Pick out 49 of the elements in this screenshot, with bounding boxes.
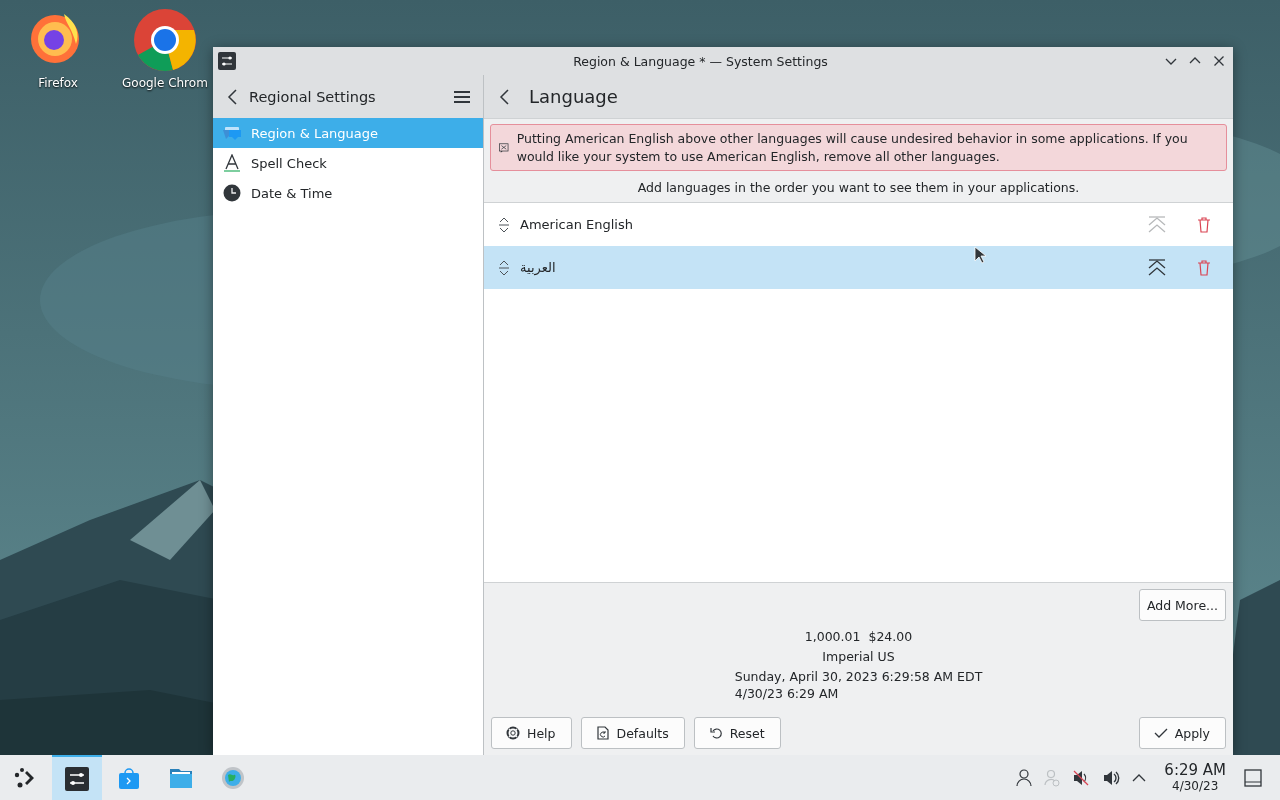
window-title: Region & Language * — System Settings xyxy=(572,53,829,69)
clock[interactable]: 6:29 AM 4/30/23 xyxy=(1164,762,1226,793)
drag-handle-icon[interactable] xyxy=(498,259,510,276)
language-name: العربية xyxy=(520,260,557,275)
circle-logo-icon[interactable] xyxy=(132,8,197,72)
menu-icon[interactable] xyxy=(453,89,471,104)
number-sample: 1,000.01 xyxy=(804,629,861,644)
launcher-icon[interactable] xyxy=(13,765,37,790)
chevron-up-icon[interactable] xyxy=(1132,772,1147,783)
move-to-top-icon[interactable] xyxy=(1147,258,1167,277)
undo-icon xyxy=(708,726,723,740)
add-more-button[interactable]: Add More... xyxy=(1138,589,1226,621)
mouse-pointer-icon xyxy=(974,246,986,264)
apply-button[interactable]: Apply xyxy=(1138,717,1226,749)
clock-icon xyxy=(223,184,241,202)
short-time-sample: 4/30/23 6:29 AM xyxy=(734,686,839,701)
dialog-button[interactable]: Defaults xyxy=(580,717,685,749)
back-icon[interactable] xyxy=(499,87,511,106)
sliders-icon[interactable] xyxy=(65,766,89,791)
shopping-bag-icon[interactable] xyxy=(117,765,141,790)
dialog-button[interactable]: Help xyxy=(491,717,572,749)
page-title: Language xyxy=(529,86,618,107)
document-icon xyxy=(595,726,610,740)
currency-sample: $24.00 xyxy=(868,629,913,644)
chat-bubble-icon xyxy=(223,124,241,142)
sidebar-item[interactable]: Spell Check xyxy=(213,148,483,178)
icon-label[interactable]: Google Chrom xyxy=(122,76,208,90)
show-desktop-icon[interactable] xyxy=(1244,768,1262,787)
back-icon[interactable] xyxy=(227,87,239,106)
sidebar-title: Regional Settings xyxy=(249,88,377,105)
icon-label[interactable]: Firefox xyxy=(38,76,78,90)
delete-icon[interactable] xyxy=(1197,259,1211,276)
user-switch-icon[interactable] xyxy=(1044,768,1061,787)
sidebar-item[interactable]: Date & Time xyxy=(213,178,483,208)
warning-text: Putting American English above other languages will cause undesired behavior in some applications. If you would like your system to use American English, remove all other languages. xyxy=(516,130,1189,166)
speaker-icon[interactable] xyxy=(1102,768,1121,787)
language-name: American English xyxy=(520,217,634,232)
user-icon[interactable] xyxy=(1016,768,1033,787)
letter-icon xyxy=(223,154,241,172)
close-icon[interactable] xyxy=(1213,55,1225,67)
lifebuoy-icon xyxy=(506,726,520,740)
dialog-button[interactable]: Reset xyxy=(693,717,781,749)
long-time-sample: Sunday, April 30, 2023 6:29:58 AM EDT xyxy=(734,669,983,684)
settings-app-icon xyxy=(218,52,236,70)
language-row[interactable]: العربية xyxy=(484,246,1233,289)
checkmark-icon xyxy=(1153,726,1168,740)
measurement-sample: Imperial US xyxy=(822,649,895,664)
hint-text: Add languages in the order you want to see them in your applications. xyxy=(636,179,1081,197)
muted-speaker-icon[interactable] xyxy=(1072,768,1091,787)
